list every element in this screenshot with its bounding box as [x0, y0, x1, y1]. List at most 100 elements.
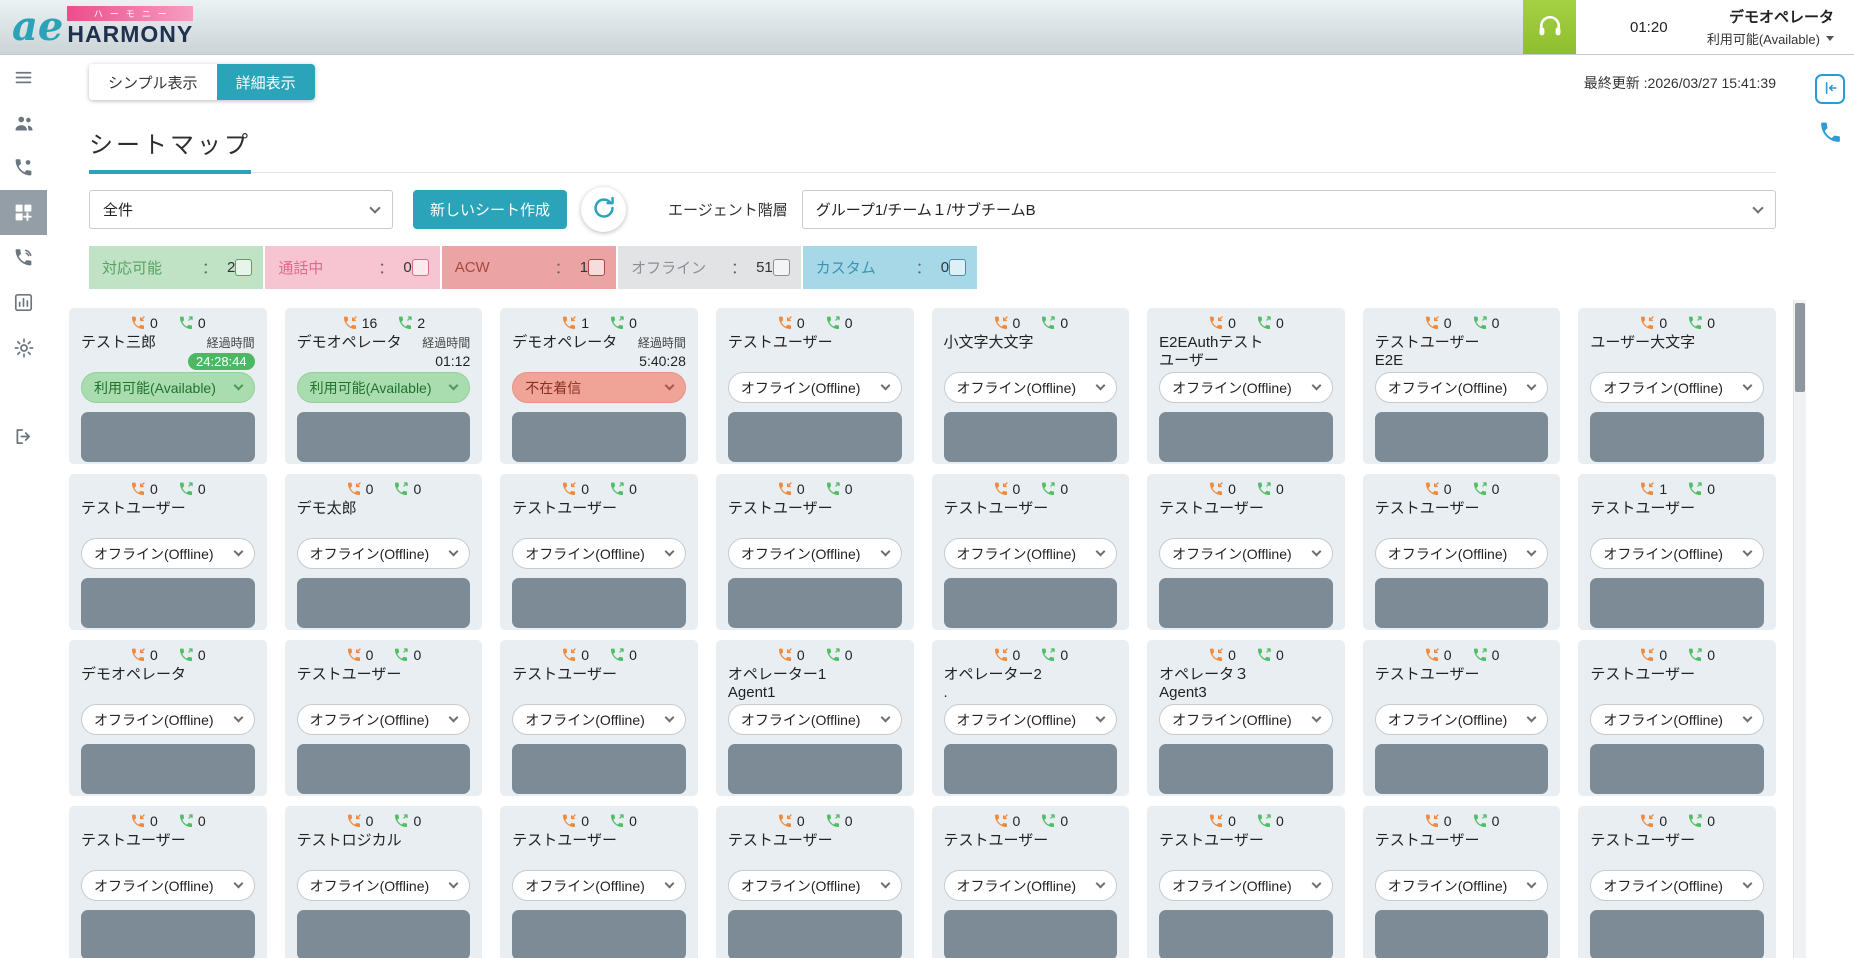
- memo-area[interactable]: [728, 744, 902, 794]
- agent-status-select[interactable]: オフライン(Offline): [728, 538, 902, 569]
- status-filter-checkbox[interactable]: [588, 259, 605, 276]
- memo-area[interactable]: [297, 744, 471, 794]
- memo-area[interactable]: [1159, 744, 1333, 794]
- sidebar-item-logout[interactable]: [0, 414, 47, 459]
- memo-area[interactable]: [1590, 578, 1764, 628]
- agent-status-select[interactable]: 利用可能(Available): [297, 372, 471, 403]
- memo-area[interactable]: [1590, 412, 1764, 462]
- agent-status-select[interactable]: オフライン(Offline): [1590, 870, 1764, 901]
- agent-status-select[interactable]: オフライン(Offline): [944, 372, 1118, 403]
- main-scrollbar[interactable]: [1793, 300, 1806, 958]
- memo-area[interactable]: [1590, 910, 1764, 958]
- memo-area[interactable]: [1375, 412, 1549, 462]
- sidebar-item-users[interactable]: [0, 100, 47, 145]
- memo-area[interactable]: [944, 910, 1118, 958]
- agent-status-select[interactable]: オフライン(Offline): [944, 704, 1118, 735]
- memo-area[interactable]: [81, 578, 255, 628]
- status-filter-checkbox[interactable]: [235, 259, 252, 276]
- agent-status-value: オフライン(Offline): [1172, 544, 1292, 564]
- agent-name: テストユーザー: [944, 832, 1118, 870]
- sidebar-item-menu[interactable]: [0, 55, 47, 100]
- incoming-call-count: 0: [797, 315, 805, 331]
- agent-status-select[interactable]: オフライン(Offline): [728, 372, 902, 403]
- agent-status-select[interactable]: オフライン(Offline): [1159, 372, 1333, 403]
- agent-status-select[interactable]: オフライン(Offline): [1375, 372, 1549, 403]
- agent-status-select[interactable]: オフライン(Offline): [512, 538, 686, 569]
- agent-status-select[interactable]: オフライン(Offline): [728, 704, 902, 735]
- agent-status-select[interactable]: オフライン(Offline): [1590, 372, 1764, 403]
- memo-area[interactable]: [944, 412, 1118, 462]
- agent-status-select[interactable]: オフライン(Offline): [944, 870, 1118, 901]
- agent-status-select[interactable]: オフライン(Offline): [1590, 704, 1764, 735]
- memo-area[interactable]: [512, 578, 686, 628]
- status-chip-colon: ：: [555, 257, 570, 278]
- agent-name: ユーザー大文字: [1590, 334, 1764, 372]
- agent-status-select[interactable]: オフライン(Offline): [1375, 870, 1549, 901]
- memo-area[interactable]: [1159, 910, 1333, 958]
- refresh-button[interactable]: [581, 187, 626, 232]
- memo-area[interactable]: [1159, 578, 1333, 628]
- agent-status-select[interactable]: オフライン(Offline): [297, 870, 471, 901]
- agent-status-select[interactable]: オフライン(Offline): [1375, 704, 1549, 735]
- dock-panel-button[interactable]: [1815, 74, 1845, 104]
- agent-status-value: オフライン(Offline): [310, 544, 430, 564]
- agent-status-select[interactable]: オフライン(Offline): [1159, 704, 1333, 735]
- agent-status-select[interactable]: オフライン(Offline): [1159, 538, 1333, 569]
- status-filter-checkbox[interactable]: [773, 259, 790, 276]
- agent-status-select[interactable]: 不在着信: [512, 372, 686, 403]
- agent-hierarchy-select[interactable]: グループ1/チーム１/サブチームB: [802, 190, 1776, 229]
- memo-area[interactable]: [728, 412, 902, 462]
- softphone-button[interactable]: [1815, 119, 1845, 149]
- create-sheet-button[interactable]: 新しいシート作成: [413, 190, 567, 229]
- sidebar-item-reports[interactable]: [0, 280, 47, 325]
- agent-status-select[interactable]: オフライン(Offline): [512, 704, 686, 735]
- sidebar-item-seatmap[interactable]: [0, 190, 47, 235]
- agent-status-select[interactable]: オフライン(Offline): [1375, 538, 1549, 569]
- memo-area[interactable]: [944, 744, 1118, 794]
- memo-area[interactable]: [944, 578, 1118, 628]
- scrollbar-thumb[interactable]: [1795, 303, 1805, 392]
- seat-card: 0 0 テストユーザー オフライン(Offline): [1363, 474, 1561, 630]
- agent-status-select[interactable]: オフライン(Offline): [512, 870, 686, 901]
- agent-status-select[interactable]: オフライン(Offline): [81, 538, 255, 569]
- sidebar-item-phone-settings[interactable]: [0, 235, 47, 280]
- agent-status-select[interactable]: 利用可能(Available): [81, 372, 255, 403]
- agent-status-select[interactable]: オフライン(Offline): [297, 538, 471, 569]
- agent-status-select[interactable]: オフライン(Offline): [944, 538, 1118, 569]
- memo-area[interactable]: [297, 910, 471, 958]
- memo-area[interactable]: [297, 412, 471, 462]
- tab-simple-view[interactable]: シンプル表示: [89, 64, 217, 100]
- memo-area[interactable]: [728, 578, 902, 628]
- agent-status-select[interactable]: オフライン(Offline): [81, 704, 255, 735]
- agent-status-select[interactable]: オフライン(Offline): [297, 704, 471, 735]
- memo-area[interactable]: [1375, 744, 1549, 794]
- sheet-filter-select[interactable]: 全件: [89, 190, 393, 229]
- memo-area[interactable]: [512, 744, 686, 794]
- sidebar-item-settings[interactable]: [0, 325, 47, 370]
- memo-area[interactable]: [1375, 578, 1549, 628]
- tab-detail-view[interactable]: 詳細表示: [217, 64, 315, 100]
- seat-card: 0 0 テストユーザー オフライン(Offline): [69, 806, 267, 958]
- memo-area[interactable]: [1590, 744, 1764, 794]
- memo-area[interactable]: [512, 412, 686, 462]
- memo-area[interactable]: [728, 910, 902, 958]
- memo-area[interactable]: [297, 578, 471, 628]
- memo-area[interactable]: [512, 910, 686, 958]
- status-filter-checkbox[interactable]: [412, 259, 429, 276]
- memo-area[interactable]: [81, 412, 255, 462]
- operator-status-menu[interactable]: デモオペレータ 利用可能(Available): [1707, 6, 1834, 48]
- incoming-call-icon: [1639, 315, 1655, 331]
- sidebar-item-agent-call[interactable]: [0, 145, 47, 190]
- agent-status-select[interactable]: オフライン(Offline): [1590, 538, 1764, 569]
- incoming-call-icon: [1639, 647, 1655, 663]
- memo-area[interactable]: [1159, 412, 1333, 462]
- call-counters: 0 0: [1590, 312, 1764, 333]
- status-filter-checkbox[interactable]: [949, 259, 966, 276]
- agent-status-select[interactable]: オフライン(Offline): [728, 870, 902, 901]
- headset-button[interactable]: [1523, 0, 1576, 54]
- memo-area[interactable]: [1375, 910, 1549, 958]
- agent-status-select[interactable]: オフライン(Offline): [1159, 870, 1333, 901]
- memo-area[interactable]: [81, 910, 255, 958]
- memo-area[interactable]: [81, 744, 255, 794]
- agent-status-select[interactable]: オフライン(Offline): [81, 870, 255, 901]
